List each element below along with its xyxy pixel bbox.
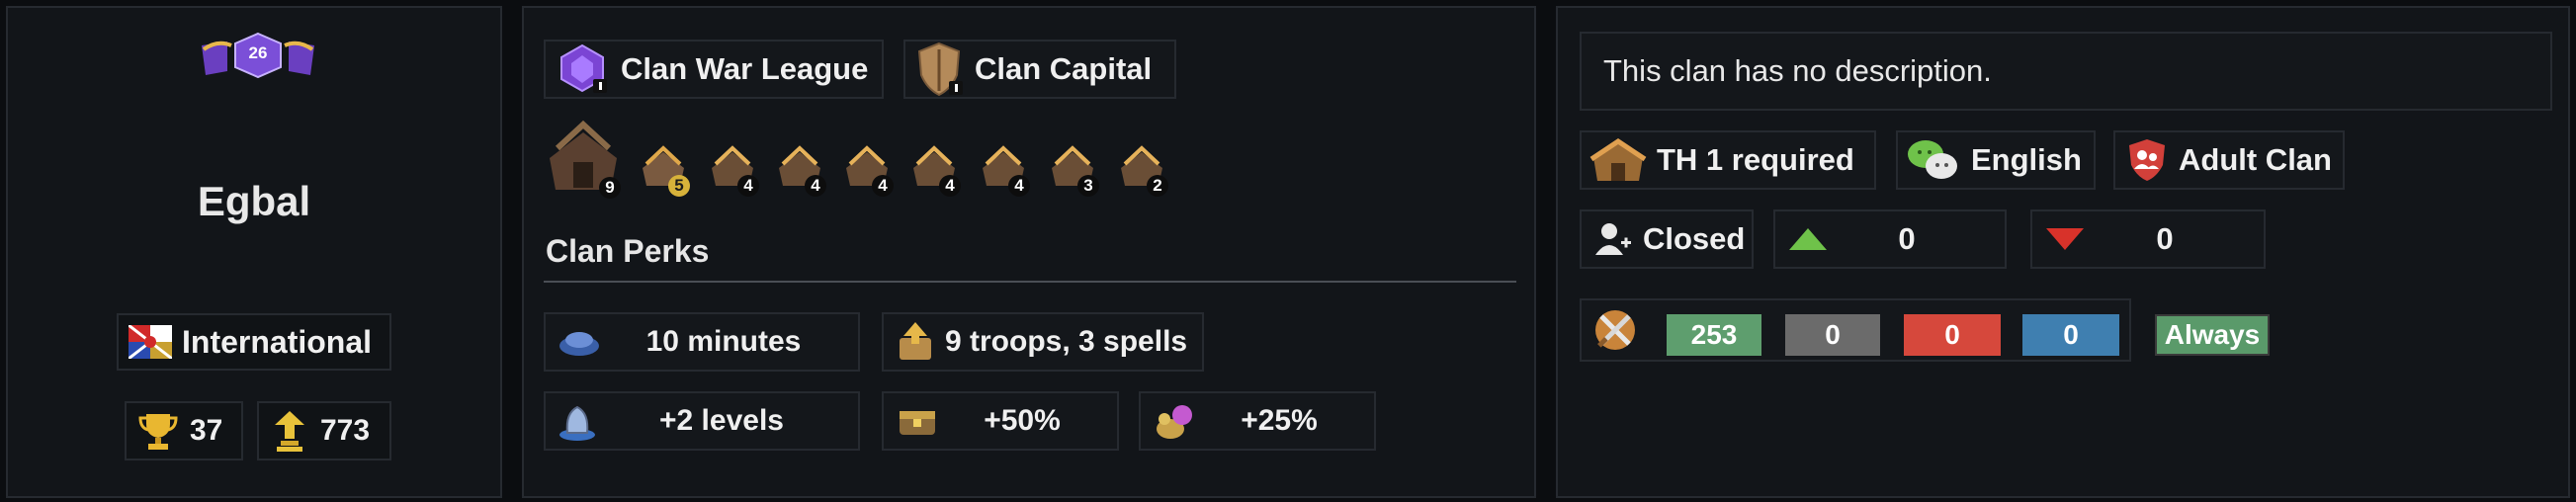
clan-location-label: International (182, 323, 373, 360)
th-required-label: TH 1 required (1657, 142, 1854, 177)
war-ties: 0 (1785, 314, 1880, 356)
perk-troop-request: 9 troops, 3 spells (882, 312, 1204, 372)
clan-language-label: English (1971, 142, 2082, 177)
district-level-4: 4 (872, 175, 894, 197)
clan-description-text: This clan has no description. (1603, 53, 1992, 88)
war-wins: 253 (1667, 314, 1761, 356)
clan-down-stat: 0 (2030, 209, 2266, 269)
clan-level: 26 (248, 43, 268, 62)
clan-language: English (1896, 130, 2096, 190)
clan-description: This clan has no description. (1580, 32, 2552, 111)
clan-trophies: 37 (125, 401, 243, 460)
district-hall-building: 5 (639, 144, 690, 197)
clan-type-label: Adult Clan (2179, 142, 2332, 177)
clan-name: Egbal (197, 178, 311, 224)
clan-info-panel: This clan has no description. TH 1 requi… (1556, 6, 2570, 498)
district-building-4: 4 (842, 144, 894, 197)
cwl-label: Clan War League (621, 51, 869, 86)
clan-builder-trophies: 773 (257, 401, 391, 460)
perks-divider (544, 281, 1516, 283)
add-member-icon (1593, 219, 1633, 259)
clan-up-stat: 0 (1773, 209, 2007, 269)
perk-treasury: +50% (882, 391, 1119, 451)
donation-upgrade-icon (558, 399, 597, 443)
capital-hall-level: 9 (599, 177, 621, 199)
clan-location: International (117, 313, 391, 371)
clan-down-value: 0 (2156, 221, 2174, 256)
perk-donation-upgrade-value: +2 levels (659, 404, 784, 437)
clan-war-league-tab[interactable]: Clan War League (544, 40, 884, 99)
district-hall-level: 5 (668, 175, 690, 197)
perk-troop-request-value: 9 troops, 3 spells (945, 325, 1188, 358)
town-hall-icon (1589, 135, 1647, 185)
capital-label: Clan Capital (975, 51, 1153, 86)
district-level-7: 3 (1077, 175, 1099, 197)
clan-details-panel: Clan War League Clan Capital 9 5 4 4 4 4… (522, 6, 1536, 498)
clan-overview-panel: 26 Egbal International 37 773 (6, 6, 502, 498)
district-level-5: 4 (939, 175, 961, 197)
th-required: TH 1 required (1580, 130, 1876, 190)
perk-treasury-value: +50% (984, 404, 1061, 437)
clan-join-type-label: Closed (1643, 221, 1746, 256)
trophy-icon (138, 410, 178, 452)
green-up-arrow-icon (1787, 226, 1829, 252)
clan-level-badge: 26 (198, 32, 318, 79)
crossed-swords-icon (1591, 306, 1639, 354)
district-level-2: 4 (737, 175, 759, 197)
war-frequency: Always (2155, 314, 2270, 356)
district-building-8: 2 (1117, 144, 1168, 197)
perk-war-bonus: +25% (1139, 391, 1376, 451)
district-building-2: 4 (708, 144, 759, 197)
perk-donation-timer: 10 minutes (544, 312, 860, 372)
donation-timer-icon (558, 324, 601, 360)
adult-clan-icon (2125, 137, 2169, 183)
clan-join-type: Closed (1580, 209, 1754, 269)
chat-language-icon (1906, 136, 1961, 184)
clan-up-value: 0 (1898, 221, 1916, 256)
capital-shield-icon (913, 42, 965, 97)
cwl-league-icon (554, 43, 611, 95)
perk-donation-timer-value: 10 minutes (645, 325, 802, 358)
perks-title: Clan Perks (546, 233, 710, 269)
district-building-6: 4 (979, 144, 1030, 197)
district-level-3: 4 (805, 175, 826, 197)
war-losses: 0 (1904, 314, 2001, 356)
red-down-arrow-icon (2044, 226, 2086, 252)
district-building-3: 4 (775, 144, 826, 197)
district-level-8: 2 (1147, 175, 1168, 197)
capital-hall-building: 9 (544, 119, 623, 201)
clan-builder-trophies-value: 773 (320, 414, 371, 447)
war-bonus-icon (1153, 401, 1196, 441)
clan-capital-tab[interactable]: Clan Capital (903, 40, 1176, 99)
treasury-icon (896, 403, 939, 439)
international-flag-icon (128, 323, 173, 361)
district-building-5: 4 (909, 144, 961, 197)
district-level-6: 4 (1008, 175, 1030, 197)
district-building-7: 3 (1048, 144, 1099, 197)
builder-trophy-icon (271, 409, 308, 453)
clan-trophies-value: 37 (190, 414, 223, 447)
troop-request-icon (896, 320, 935, 364)
perk-war-bonus-value: +25% (1241, 404, 1318, 437)
clan-type: Adult Clan (2113, 130, 2345, 190)
war-streak: 0 (2022, 314, 2119, 356)
perk-donation-upgrade: +2 levels (544, 391, 860, 451)
